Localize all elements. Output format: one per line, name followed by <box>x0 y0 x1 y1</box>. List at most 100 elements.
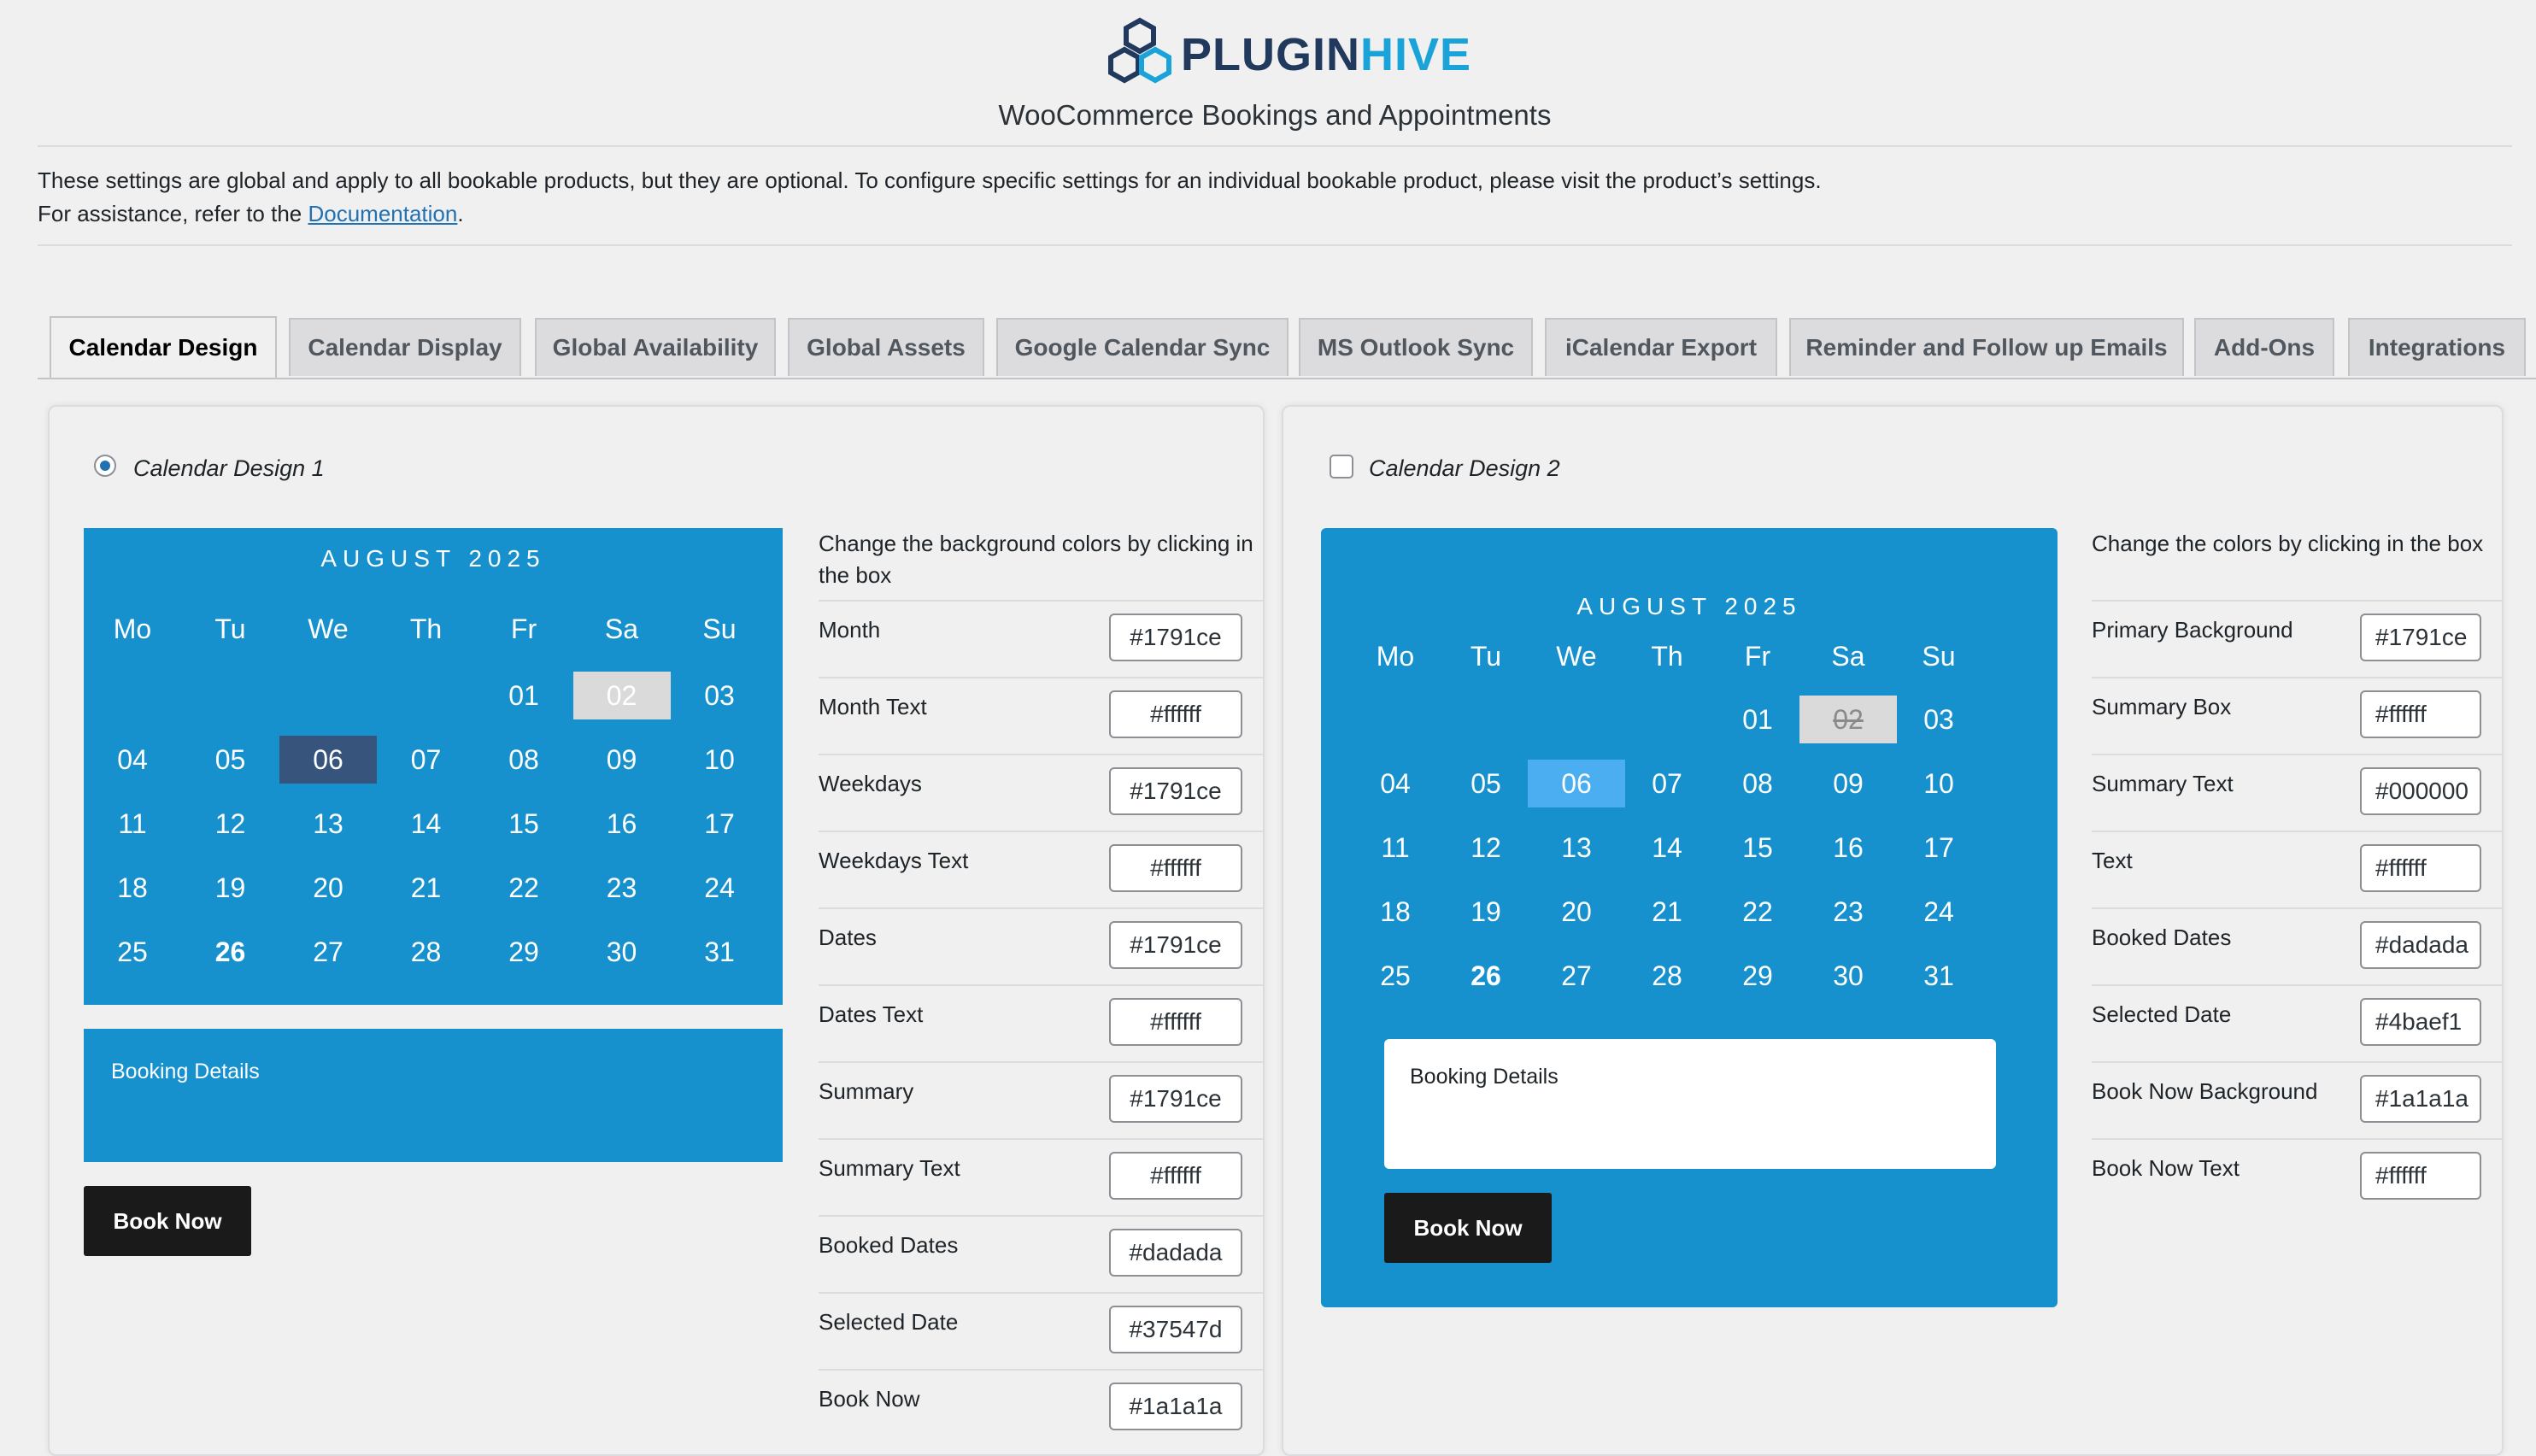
calendar-day[interactable]: 13 <box>279 800 377 848</box>
calendar-day[interactable]: 11 <box>1347 824 1444 872</box>
design-1-radio[interactable] <box>94 455 116 477</box>
summary-text-color-input[interactable]: #ffffff <box>1109 1152 1242 1200</box>
calendar-day-today[interactable]: 26 <box>1437 952 1535 1000</box>
calendar-day-selected[interactable]: 06 <box>1528 760 1625 807</box>
tab-google-calendar-sync[interactable]: Google Calendar Sync <box>996 318 1289 376</box>
calendar-day[interactable]: 15 <box>475 800 572 848</box>
calendar-day[interactable]: 29 <box>1709 952 1806 1000</box>
tab-calendar-design[interactable]: Calendar Design <box>50 316 277 378</box>
calendar-day[interactable]: 19 <box>182 864 279 912</box>
calendar-day[interactable]: 07 <box>378 736 475 784</box>
calendar-day[interactable]: 27 <box>279 928 377 976</box>
design-2-checkbox[interactable] <box>1330 455 1353 478</box>
selected-date-color-input[interactable]: #37547d <box>1109 1306 1242 1353</box>
calendar-day[interactable]: 17 <box>671 800 768 848</box>
booked-dates-color-input[interactable]: #dadada <box>2360 921 2481 969</box>
calendar-day-today[interactable]: 26 <box>182 928 279 976</box>
calendar-day[interactable]: 01 <box>1709 696 1806 743</box>
calendar-day[interactable]: 15 <box>1709 824 1806 872</box>
calendar-day[interactable]: 03 <box>671 672 768 719</box>
text-color-input[interactable]: #ffffff <box>2360 844 2481 892</box>
calendar-day[interactable]: 12 <box>1437 824 1535 872</box>
calendar-day[interactable]: 14 <box>378 800 475 848</box>
month-color-input[interactable]: #1791ce <box>1109 614 1242 661</box>
calendar-day[interactable]: 24 <box>1890 888 1987 936</box>
calendar-day[interactable]: 23 <box>573 864 671 912</box>
calendar-day[interactable]: 21 <box>1618 888 1716 936</box>
documentation-link[interactable]: Documentation <box>308 201 457 226</box>
tab-global-availability[interactable]: Global Availability <box>535 318 776 376</box>
calendar-day[interactable]: 09 <box>573 736 671 784</box>
calendar-day[interactable]: 12 <box>182 800 279 848</box>
calendar-day[interactable]: 16 <box>1799 824 1897 872</box>
assistance-text: For assistance, refer to the Documentati… <box>38 201 464 227</box>
selected-date-color-input[interactable]: #4baef1 <box>2360 998 2481 1046</box>
calendar-day[interactable]: 25 <box>84 928 181 976</box>
calendar-day[interactable]: 29 <box>475 928 572 976</box>
calendar-day[interactable]: 11 <box>84 800 181 848</box>
calendar-day[interactable]: 19 <box>1437 888 1535 936</box>
calendar-day[interactable]: 08 <box>1709 760 1806 807</box>
month-label: Month <box>819 617 881 643</box>
tab-calendar-display[interactable]: Calendar Display <box>289 318 521 376</box>
calendar-day[interactable]: 07 <box>1618 760 1716 807</box>
calendar-day[interactable]: 16 <box>573 800 671 848</box>
calendar-day[interactable]: 08 <box>475 736 572 784</box>
calendar-day[interactable]: 03 <box>1890 696 1987 743</box>
calendar-day[interactable]: 04 <box>84 736 181 784</box>
book-now-color-input[interactable]: #1a1a1a <box>1109 1383 1242 1430</box>
calendar-day[interactable]: 09 <box>1799 760 1897 807</box>
calendar-day[interactable]: 10 <box>671 736 768 784</box>
booked-dates-color-input[interactable]: #dadada <box>1109 1229 1242 1277</box>
calendar-day[interactable]: 31 <box>1890 952 1987 1000</box>
summary-text-color-input[interactable]: #000000 <box>2360 767 2481 815</box>
calendar-day[interactable]: 30 <box>1799 952 1897 1000</box>
calendar-day[interactable]: 01 <box>475 672 572 719</box>
calendar-day[interactable]: 23 <box>1799 888 1897 936</box>
booking-details-label: Booking Details <box>111 1060 260 1083</box>
calendar-day[interactable]: 28 <box>378 928 475 976</box>
row-divider <box>819 1138 1263 1140</box>
calendar-day[interactable]: 22 <box>475 864 572 912</box>
weekdays-color-input[interactable]: #1791ce <box>1109 767 1242 815</box>
dates-text-color-input[interactable]: #ffffff <box>1109 998 1242 1046</box>
calendar-day[interactable]: 21 <box>378 864 475 912</box>
calendar-day[interactable]: 18 <box>84 864 181 912</box>
calendar-day[interactable]: 31 <box>671 928 768 976</box>
weekdays-text-color-input[interactable]: #ffffff <box>1109 844 1242 892</box>
calendar-day[interactable]: 20 <box>1528 888 1625 936</box>
book-now-button[interactable]: Book Now <box>84 1186 251 1256</box>
tab-reminder-and-follow-up-emails[interactable]: Reminder and Follow up Emails <box>1789 318 2184 376</box>
summary-color-input[interactable]: #1791ce <box>1109 1075 1242 1123</box>
tab-global-assets[interactable]: Global Assets <box>788 318 984 376</box>
book-now-button[interactable]: Book Now <box>1384 1193 1552 1263</box>
calendar-day[interactable]: 13 <box>1528 824 1625 872</box>
calendar-day[interactable]: 14 <box>1618 824 1716 872</box>
book-now-background-color-input[interactable]: #1a1a1a <box>2360 1075 2481 1123</box>
month-text-color-input[interactable]: #ffffff <box>1109 690 1242 738</box>
calendar-day[interactable]: 17 <box>1890 824 1987 872</box>
calendar-day[interactable]: 27 <box>1528 952 1625 1000</box>
calendar-day[interactable]: 05 <box>1437 760 1535 807</box>
calendar-day[interactable]: 28 <box>1618 952 1716 1000</box>
calendar-day[interactable]: 30 <box>573 928 671 976</box>
calendar-day[interactable]: 25 <box>1347 952 1444 1000</box>
calendar-day[interactable]: 18 <box>1347 888 1444 936</box>
calendar-day[interactable]: 24 <box>671 864 768 912</box>
tab-integrations[interactable]: Integrations <box>2348 318 2526 376</box>
summary-box-color-input[interactable]: #ffffff <box>2360 690 2481 738</box>
calendar-day-booked[interactable]: 02 <box>1799 696 1897 743</box>
calendar-day[interactable]: 22 <box>1709 888 1806 936</box>
dates-color-input[interactable]: #1791ce <box>1109 921 1242 969</box>
tab-ms-outlook-sync[interactable]: MS Outlook Sync <box>1299 318 1533 376</box>
book-now-text-color-input[interactable]: #ffffff <box>2360 1152 2481 1200</box>
primary-background-color-input[interactable]: #1791ce <box>2360 614 2481 661</box>
calendar-day-booked[interactable]: 02 <box>572 672 671 719</box>
tab-icalendar-export[interactable]: iCalendar Export <box>1545 318 1777 376</box>
calendar-day[interactable]: 10 <box>1890 760 1987 807</box>
calendar-day[interactable]: 20 <box>279 864 377 912</box>
calendar-day[interactable]: 05 <box>182 736 279 784</box>
calendar-day-selected[interactable]: 06 <box>279 736 377 784</box>
calendar-day[interactable]: 04 <box>1347 760 1444 807</box>
tab-add-ons[interactable]: Add-Ons <box>2194 318 2334 376</box>
